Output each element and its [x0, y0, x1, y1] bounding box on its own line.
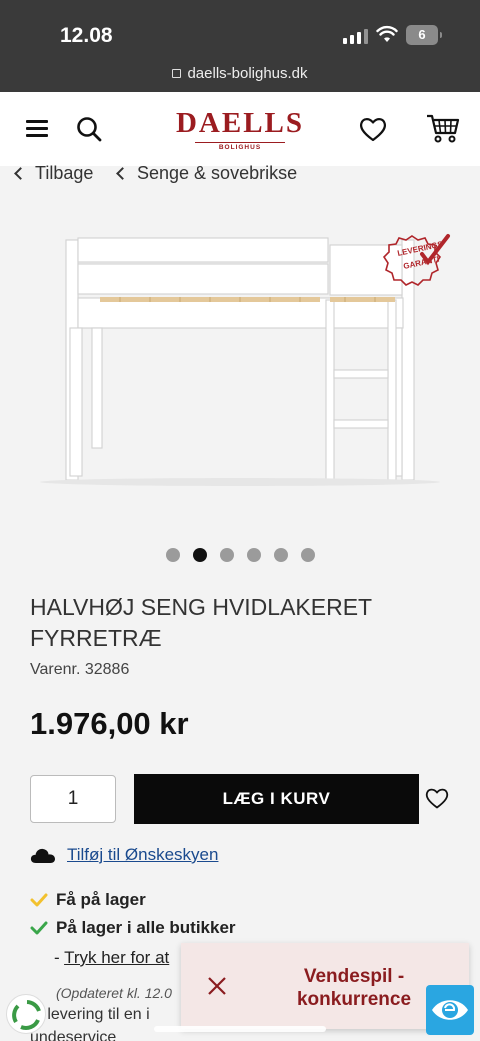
wishlist-heart-icon[interactable] [424, 786, 450, 810]
chevron-left-icon [116, 167, 129, 180]
store-stock-link[interactable]: Tryk her for at [64, 948, 169, 967]
status-bar: 12.08 6 daells-bolighus.dk [0, 0, 480, 92]
store-stock-row: - Tryk her for at [54, 948, 169, 968]
menu-icon[interactable] [26, 120, 48, 138]
accessibility-eye-icon[interactable] [426, 985, 474, 1035]
url-text: daells-bolighus.dk [187, 65, 308, 82]
tryk-prefix: - [54, 948, 65, 967]
back-label: Tilbage [35, 163, 94, 183]
stock-label-1: Få på lager [56, 890, 146, 909]
breadcrumb: Tilbage Senge & sovebrikse [0, 160, 480, 188]
delivery-text: d levering til en i [34, 1006, 150, 1023]
add-to-cart-button[interactable]: LÆG I KURV [134, 774, 419, 824]
home-indicator [154, 1026, 326, 1032]
cloud-icon [30, 848, 55, 863]
wifi-icon [376, 25, 398, 42]
lock-icon [172, 69, 182, 78]
stock-label-2: På lager i alle butikker [56, 918, 236, 937]
carousel-dot-active[interactable] [193, 548, 207, 562]
site-logo[interactable]: DAELLS BOLIGHUS [172, 107, 308, 154]
carousel-dot[interactable] [274, 548, 288, 562]
category-label: Senge & sovebrikse [137, 163, 298, 183]
heart-icon[interactable] [358, 115, 388, 143]
cart-icon[interactable] [426, 112, 460, 144]
signal-icon [343, 28, 368, 44]
back-link[interactable]: Tilbage [14, 163, 94, 184]
product-title: HALVHØJ SENG HVIDLAKERET FYRRETRÆ [30, 594, 372, 651]
badge-text-2: GARANTI [403, 255, 441, 271]
stock-status-online: Få på lager [30, 890, 146, 910]
site-header: DAELLS BOLIGHUS [0, 92, 480, 166]
carousel-dot[interactable] [220, 548, 234, 562]
category-link[interactable]: Senge & sovebrikse [116, 163, 298, 184]
popup-message[interactable]: Vendespil - konkurrence [269, 965, 439, 1011]
wishlist-link-row[interactable]: Tilføj til Ønskeskyen [30, 845, 218, 865]
product-sku: Varenr. 32886 [30, 661, 130, 678]
status-time: 12.08 [60, 24, 113, 47]
close-icon[interactable] [207, 976, 227, 996]
chevron-left-icon [14, 167, 27, 180]
stock-status-stores: På lager i alle butikker [30, 918, 236, 938]
search-icon[interactable] [76, 116, 102, 142]
carousel-dot[interactable] [301, 548, 315, 562]
image-carousel-dots [166, 548, 315, 562]
check-green-icon [30, 921, 48, 935]
battery-indicator: 6 [406, 25, 442, 45]
logo-sub: BOLIGHUS [194, 142, 286, 152]
carousel-dot[interactable] [247, 548, 261, 562]
wishlist-link[interactable]: Tilføj til Ønskeskyen [67, 845, 218, 865]
carousel-dot[interactable] [166, 548, 180, 562]
logo-brand: DAELLS [175, 107, 305, 139]
recycle-icon[interactable] [6, 994, 46, 1034]
check-yellow-icon [30, 893, 48, 907]
url-bar[interactable]: daells-bolighus.dk [0, 65, 480, 82]
delivery-guarantee-badge: LEVERINGS GARANTI [382, 234, 450, 286]
updated-text: (Opdateret kl. 12.0 [56, 985, 172, 1001]
quantity-input[interactable]: 1 [30, 775, 116, 823]
product-price: 1.976,00 kr [30, 706, 189, 741]
